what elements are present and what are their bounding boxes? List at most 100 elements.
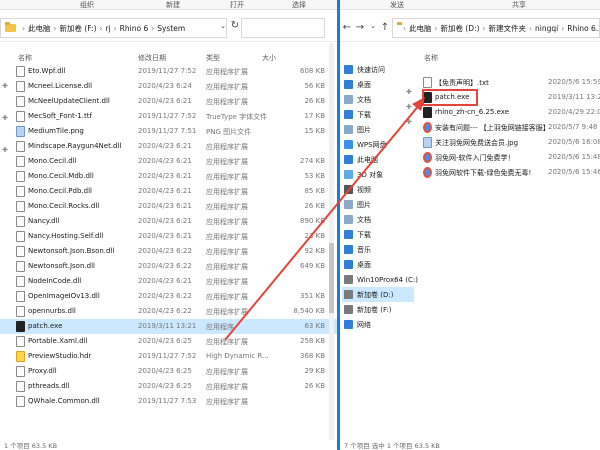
ribbon-open[interactable]: 打开: [230, 0, 244, 10]
pin-icon[interactable]: ✚: [2, 82, 8, 90]
nav-item[interactable]: WPS网盘: [342, 137, 414, 152]
ribbon-share[interactable]: 共享: [512, 0, 526, 10]
nav-item[interactable]: 下载: [342, 227, 414, 242]
breadcrumb-item[interactable]: System: [157, 24, 185, 33]
file-type: 应用程序扩展: [206, 98, 248, 106]
column-name[interactable]: 名称: [18, 53, 32, 63]
nav-item[interactable]: 文档: [342, 92, 414, 107]
breadcrumb-item[interactable]: rj: [106, 24, 111, 33]
breadcrumb-item[interactable]: ningqi: [535, 24, 558, 33]
file-size: 890 KB: [300, 217, 325, 225]
ribbon-send[interactable]: 发送: [390, 0, 404, 10]
table-row[interactable]: NodeInCode.dll 2020/4/23 6:21 应用程序扩展: [0, 274, 337, 289]
nav-item[interactable]: 下载: [342, 107, 414, 122]
pin-icon[interactable]: ✚: [2, 146, 8, 154]
pin-icon[interactable]: ✚: [406, 88, 412, 96]
nav-item[interactable]: 网络: [342, 317, 414, 332]
ribbon-new[interactable]: 新建: [166, 0, 180, 10]
nav-item[interactable]: 文档: [342, 212, 414, 227]
table-row[interactable]: McNeelUpdateClient.dll 2020/4/23 6:21 应用程序…: [0, 94, 337, 109]
table-row[interactable]: PreviewStudio.hdr 2019/11/27 7:52 High Dyn…: [0, 349, 337, 364]
nav-item[interactable]: 桌面: [342, 257, 414, 272]
table-row[interactable]: Mindscape.Raygun4Net.dll 2020/4/23 6:21 应用…: [0, 139, 337, 154]
refresh-icon[interactable]: ↻: [230, 20, 240, 31]
file-date: 2020/5/6 15:48: [548, 153, 600, 161]
table-row[interactable]: patch.exe 2019/3/11 13:21 应用程序 63 KB: [0, 319, 337, 334]
file-icon: [16, 81, 25, 92]
table-row[interactable]: 关注羽免网免费送会员.jpg 2020/5/6 16:08: [420, 135, 600, 150]
table-row[interactable]: OpenImageIOv13.dll 2020/4/23 6:22 应用程序扩展 35…: [0, 289, 337, 304]
scrollbar-thumb[interactable]: [329, 243, 334, 313]
left-address-bar[interactable]: › 此电脑 › 新加卷 (F:) › rj › Rhino 6 › System: [0, 18, 227, 38]
forward-arrow-icon[interactable]: →: [355, 22, 365, 33]
breadcrumb-item[interactable]: Rhino 6.25: [567, 24, 599, 33]
nav-item[interactable]: 图片: [342, 122, 414, 137]
nav-item[interactable]: 快速访问: [342, 62, 414, 77]
table-row[interactable]: Newtonsoft.Json.dll 2020/4/23 6:22 应用程序扩展 6…: [0, 259, 337, 274]
desktop-icon: [344, 80, 353, 89]
nav-item[interactable]: 音乐: [342, 242, 414, 257]
table-row[interactable]: Mono.Cecil.Mdb.dll 2020/4/23 6:21 应用程序扩展 53…: [0, 169, 337, 184]
table-row[interactable]: 羽免网软件下载-绿色免费无毒! 2020/5/6 15:46: [420, 165, 600, 180]
table-row[interactable]: Mcneel.License.dll 2020/4/23 6:24 应用程序扩展 56…: [0, 79, 337, 94]
table-row[interactable]: Nancy.Hosting.Self.dll 2020/4/23 6:21 应用程序…: [0, 229, 337, 244]
table-row[interactable]: Proxy.dll 2020/4/23 6:25 应用程序扩展 29 KB: [0, 364, 337, 379]
column-size[interactable]: 大小: [262, 53, 276, 63]
chevron-down-icon[interactable]: ⌄: [218, 22, 228, 30]
left-scrollbar[interactable]: [329, 43, 334, 440]
table-row[interactable]: Eto.Wpf.dll 2019/11/27 7:52 应用程序扩展 608 KB: [0, 64, 337, 79]
nav-item[interactable]: 3D 对象: [342, 167, 414, 182]
nav-item-label: 快速访问: [357, 65, 385, 74]
breadcrumb-item[interactable]: Rhino 6: [120, 24, 149, 33]
nav-item[interactable]: Win10Prox64 (C:): [342, 272, 418, 287]
ribbon-organize[interactable]: 组织: [80, 0, 94, 10]
file-date: 2020/5/6 15:59: [548, 78, 600, 86]
table-row[interactable]: MecSoft_Font-1.ttf 2019/11/27 7:52 TrueTyp…: [0, 109, 337, 124]
file-icon: [423, 152, 432, 163]
right-address-bar[interactable]: › 此电脑 › 新加卷 (D:) › 新建文件夹 › ningqi › Rhin…: [392, 18, 600, 38]
table-row[interactable]: Newtonsoft.Json.Bson.dll 2020/4/23 6:22 应用…: [0, 244, 337, 259]
breadcrumb-item[interactable]: 新加卷 (D:): [441, 23, 480, 34]
file-date: 2019/11/27 7:51: [138, 127, 197, 135]
table-row[interactable]: Mono.Cecil.Rocks.dll 2020/4/23 6:21 应用程序扩展…: [0, 199, 337, 214]
table-row[interactable]: 安装有问题--- 【上羽免网链接客服】 2020/5/7 9:48: [420, 120, 600, 135]
breadcrumb-item[interactable]: 新加卷 (F:): [60, 23, 97, 34]
file-date: 2020/4/23 6:21: [138, 97, 192, 105]
table-row[interactable]: Mono.Cecil.dll 2020/4/23 6:21 应用程序扩展 274 KB: [0, 154, 337, 169]
pin-icon[interactable]: ✚: [406, 103, 412, 111]
chevron-down-icon[interactable]: ⌄: [368, 22, 378, 30]
column-type[interactable]: 类型: [206, 53, 220, 63]
nav-item[interactable]: 视频: [342, 182, 414, 197]
back-arrow-icon[interactable]: ←: [342, 22, 352, 33]
nav-item[interactable]: 新加卷 (D:): [342, 287, 414, 302]
left-search-box[interactable]: [241, 18, 325, 38]
ribbon-select[interactable]: 选择: [292, 0, 306, 10]
up-arrow-icon[interactable]: ↑: [380, 22, 390, 33]
table-row[interactable]: opennurbs.dll 2020/4/23 6:22 应用程序扩展 8,540 K…: [0, 304, 337, 319]
pin-icon[interactable]: ✚: [406, 118, 412, 126]
nav-item[interactable]: 桌面: [342, 77, 414, 92]
nav-item[interactable]: 图片: [342, 197, 414, 212]
breadcrumb-item[interactable]: 新建文件夹: [489, 23, 527, 34]
file-name: MediumTile.png: [28, 127, 84, 135]
nav-item[interactable]: 此电脑: [342, 152, 414, 167]
table-row[interactable]: Mono.Cecil.Pdb.dll 2020/4/23 6:21 应用程序扩展 85…: [0, 184, 337, 199]
chevron-right-icon: ›: [403, 23, 406, 33]
file-date: 2020/5/6 15:46: [548, 168, 600, 176]
table-row[interactable]: MediumTile.png 2019/11/27 7:51 PNG 图片文件 15 …: [0, 124, 337, 139]
table-row[interactable]: Portable.Xaml.dll 2020/4/23 6:25 应用程序扩展 258…: [0, 334, 337, 349]
column-name[interactable]: 名称: [424, 53, 438, 63]
table-row[interactable]: pthreads.dll 2020/4/23 6:25 应用程序扩展 26 KB: [0, 379, 337, 394]
table-row[interactable]: 【免责声明】.txt 2020/5/6 15:59: [420, 75, 600, 90]
breadcrumb-item[interactable]: 此电脑: [409, 23, 432, 34]
table-row[interactable]: 羽免网-软件入门免费学！ 2020/5/6 15:48: [420, 150, 600, 165]
table-row[interactable]: Nancy.dll 2020/4/23 6:21 应用程序扩展 890 KB: [0, 214, 337, 229]
file-name: Eto.Wpf.dll: [28, 67, 66, 75]
column-date[interactable]: 修改日期: [138, 53, 166, 63]
table-row[interactable]: QWhale.Common.dll 2019/11/27 7:53 应用程序扩展: [0, 394, 337, 409]
nav-item[interactable]: 新加卷 (F:): [342, 302, 414, 317]
nav-item-label: 新加卷 (F:): [357, 305, 392, 314]
pin-icon[interactable]: ✚: [2, 114, 8, 122]
table-row[interactable]: rhino_zh-cn_6.25.exe 2020/4/29 22:08: [420, 105, 600, 120]
breadcrumb-item[interactable]: 此电脑: [28, 23, 51, 34]
